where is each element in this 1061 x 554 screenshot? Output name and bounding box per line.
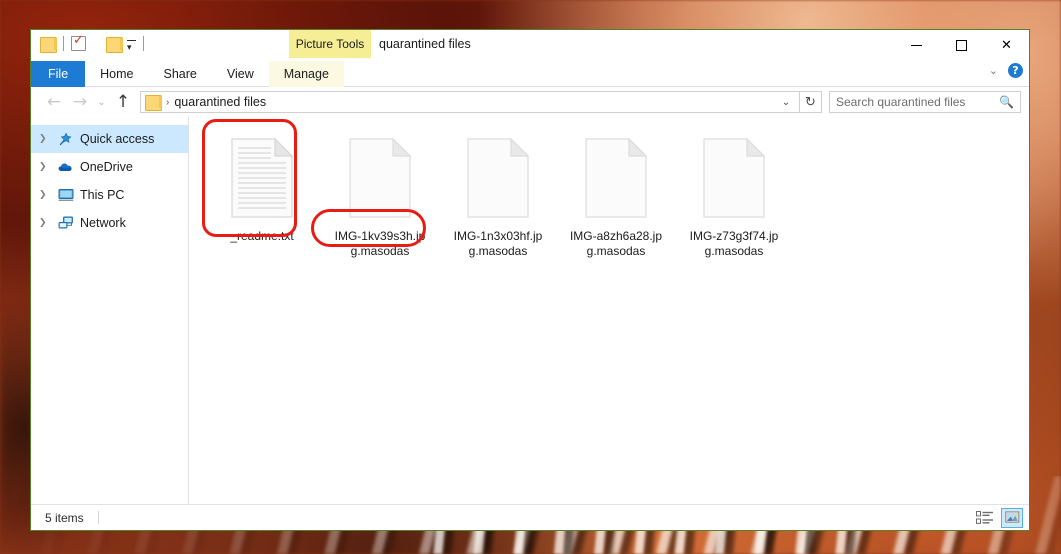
chevron-down-icon[interactable]: ⌄ xyxy=(777,97,795,108)
search-placeholder: Search quarantined files xyxy=(836,95,966,109)
breadcrumb-path: quarantined files xyxy=(174,95,267,109)
view-buttons xyxy=(974,507,1023,528)
large-icons-view-button[interactable] xyxy=(1001,507,1023,528)
file-name: IMG-a8zh6a28.jpg.masodas xyxy=(569,229,663,258)
title-bar: ▾ Picture Tools quarantined files ✕ xyxy=(31,30,1029,61)
desktop: ▾ Picture Tools quarantined files ✕ File… xyxy=(0,0,1061,554)
file-name: IMG-z73g3f74.jpg.masodas xyxy=(689,229,779,258)
sidebar-item-label: OneDrive xyxy=(80,160,133,174)
tab-share[interactable]: Share xyxy=(149,61,212,87)
window-body: ❯ Quick access ❯ OneDrive ❯ This PC ❯ Ne… xyxy=(31,117,1029,504)
list-item[interactable]: IMG-1n3x03hf.jpg.masodas xyxy=(439,129,557,259)
blank-document-icon xyxy=(703,133,765,223)
contextual-tab-group-label: Picture Tools xyxy=(289,30,371,58)
ribbon-right-controls: ⌄ ? xyxy=(989,63,1023,78)
file-explorer-window: ▾ Picture Tools quarantined files ✕ File… xyxy=(30,29,1030,531)
ribbon-tab-bar: File Home Share View Manage ⌄ ? xyxy=(31,61,1029,87)
sidebar-item-label: Quick access xyxy=(80,132,155,146)
minimize-button[interactable] xyxy=(894,30,939,60)
monitor-icon xyxy=(57,187,74,203)
status-divider xyxy=(97,511,99,524)
quick-access-toolbar: ▾ xyxy=(31,30,151,53)
text-document-icon xyxy=(231,133,293,223)
chevron-right-icon[interactable]: ❯ xyxy=(39,162,51,172)
folder-icon xyxy=(145,95,162,111)
file-grid: _readme.txt IMG-1kv39s3h.jpg.masodas IMG… xyxy=(203,129,1029,259)
chevron-right-icon[interactable]: ❯ xyxy=(39,134,51,144)
qat-spacer xyxy=(93,36,99,51)
chevron-right-icon[interactable]: ❯ xyxy=(39,218,51,228)
file-name: IMG-1n3x03hf.jpg.masodas xyxy=(453,229,543,258)
address-bar: ← → ⌄ ↑ › quarantined files ⌄ ↻ Search q… xyxy=(31,87,1029,117)
search-input[interactable]: Search quarantined files 🔍 xyxy=(829,91,1021,113)
tab-manage[interactable]: Manage xyxy=(268,61,344,87)
sidebar-item-this-pc[interactable]: ❯ This PC xyxy=(31,181,188,209)
blank-document-icon xyxy=(585,133,647,223)
network-icon xyxy=(57,215,74,231)
address-input[interactable]: › quarantined files ⌄ xyxy=(140,91,800,113)
chevron-right-icon[interactable]: ❯ xyxy=(39,190,51,200)
list-item[interactable]: IMG-a8zh6a28.jpg.masodas xyxy=(557,129,675,259)
breadcrumb[interactable]: › quarantined files xyxy=(145,95,267,111)
tab-view[interactable]: View xyxy=(212,61,269,87)
list-item[interactable]: IMG-z73g3f74.jpg.masodas xyxy=(675,129,793,259)
sidebar-item-onedrive[interactable]: ❯ OneDrive xyxy=(31,153,188,181)
list-item[interactable]: _readme.txt xyxy=(203,129,321,259)
file-name: IMG-1kv39s3h.jpg.masodas xyxy=(334,229,426,258)
navigation-pane: ❯ Quick access ❯ OneDrive ❯ This PC ❯ Ne… xyxy=(31,117,189,504)
list-item[interactable]: IMG-1kv39s3h.jpg.masodas xyxy=(321,129,439,259)
qat-divider-2 xyxy=(143,36,144,51)
chevron-down-icon[interactable]: ▾ xyxy=(127,40,136,52)
up-button[interactable]: ↑ xyxy=(110,90,136,114)
qat-divider xyxy=(63,36,64,51)
help-icon[interactable]: ? xyxy=(1008,63,1023,78)
sidebar-item-label: Network xyxy=(80,216,126,230)
back-button[interactable]: ← xyxy=(41,90,67,114)
window-controls: ✕ xyxy=(894,30,1029,60)
chevron-down-icon[interactable]: ⌄ xyxy=(989,64,998,77)
sidebar-item-quick-access[interactable]: ❯ Quick access xyxy=(31,125,188,153)
new-folder-icon[interactable] xyxy=(106,36,123,53)
star-pin-icon xyxy=(57,131,74,147)
close-button[interactable]: ✕ xyxy=(984,30,1029,60)
sidebar-item-network[interactable]: ❯ Network xyxy=(31,209,188,237)
details-view-button[interactable] xyxy=(974,508,996,528)
item-count: 5 items xyxy=(45,510,84,525)
sidebar-item-label: This PC xyxy=(80,188,125,202)
maximize-button[interactable] xyxy=(939,30,984,60)
refresh-button[interactable]: ↻ xyxy=(800,91,822,113)
forward-button[interactable]: → xyxy=(67,90,93,114)
window-title: quarantined files xyxy=(379,37,471,51)
cloud-icon xyxy=(57,159,74,175)
tab-home[interactable]: Home xyxy=(85,61,148,87)
tab-file[interactable]: File xyxy=(31,61,86,87)
blank-document-icon xyxy=(467,133,529,223)
properties-icon[interactable] xyxy=(71,33,86,51)
breadcrumb-separator: › xyxy=(166,96,170,108)
folder-icon[interactable] xyxy=(40,36,57,53)
file-list-pane[interactable]: _readme.txt IMG-1kv39s3h.jpg.masodas IMG… xyxy=(189,117,1029,504)
status-bar: 5 items xyxy=(31,504,1029,530)
blank-document-icon xyxy=(349,133,411,223)
search-icon[interactable]: 🔍 xyxy=(999,95,1014,109)
recent-locations-icon[interactable]: ⌄ xyxy=(93,90,110,114)
address-dropdown[interactable]: ⌄ xyxy=(777,97,795,108)
file-name: _readme.txt xyxy=(230,229,294,243)
